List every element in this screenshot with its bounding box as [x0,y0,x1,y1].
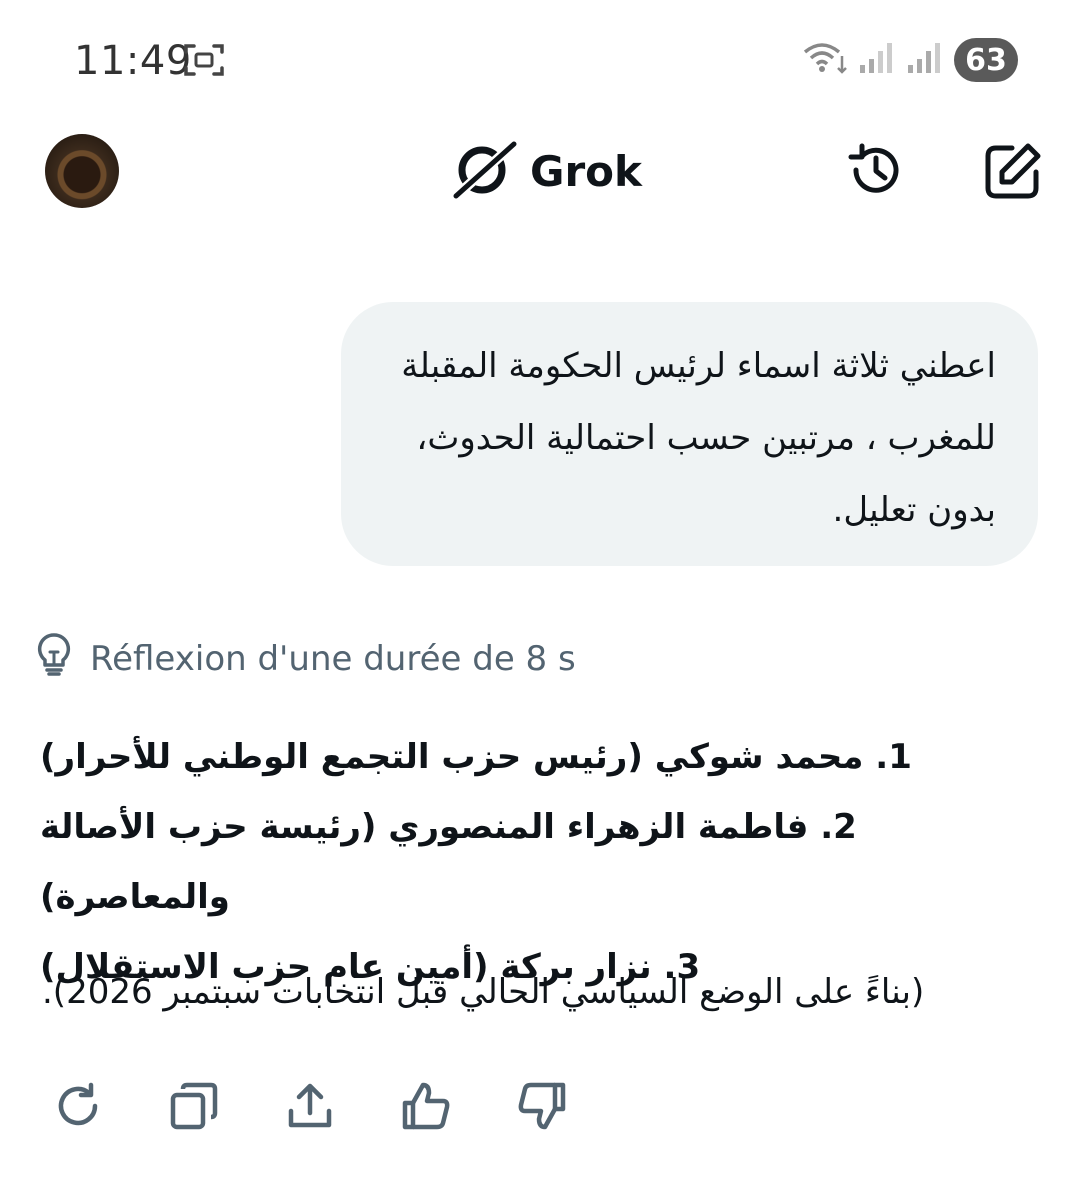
thinking-label: Réflexion d'une durée de 8 s [90,638,576,679]
thumbs-down-icon [518,1082,566,1130]
history-icon [848,143,899,193]
lightbulb-icon [36,632,72,685]
signal-icon [906,41,944,79]
user-message-line: اعطني ثلاثة اسماء لرئيس الحكومة المقبلة [401,346,996,386]
thinking-toggle[interactable]: Réflexion d'une durée de 8 s [36,632,576,685]
assistant-answer: 1. محمد شوكي (رئيس حزب التجمع الوطني للأ… [40,722,1040,1002]
page-title: Grok [530,146,642,196]
status-indicators: 63 [802,38,1018,82]
edit-icon [985,143,1041,199]
like-button[interactable] [400,1080,452,1132]
avatar[interactable] [45,134,119,208]
signal-icon [858,41,896,79]
user-message-bubble: اعطني ثلاثة اسماء لرئيس الحكومة المقبلة … [341,302,1038,566]
thumbs-up-icon [402,1082,450,1130]
battery-indicator: 63 [954,38,1018,82]
answer-note: (بناءً على الوضع السياسي الحالي قبل انتخ… [42,972,925,1012]
share-button[interactable] [284,1080,336,1132]
status-time: 11:49 [74,38,192,84]
screenshot-icon [184,42,224,82]
user-message-line: للمغرب ، مرتبين حسب احتمالية الحدوث، [416,418,996,458]
dislike-button[interactable] [516,1080,568,1132]
grok-logo-icon [450,138,520,204]
app-title: Grok [450,138,642,204]
copy-icon [170,1082,218,1130]
message-actions [52,1080,632,1132]
screen: 11:49 63 Grok اعطني ثلاثة اسماء لرئيس ال… [0,0,1080,1197]
copy-button[interactable] [168,1080,220,1132]
share-icon [288,1083,332,1128]
new-chat-button[interactable] [984,142,1042,204]
regenerate-icon [58,1082,98,1126]
list-item: 2. فاطمة الزهراء المنصوري (رئيسة حزب الأ… [40,807,857,917]
regenerate-button[interactable] [52,1080,104,1132]
history-button[interactable] [846,140,906,204]
list-item: 1. محمد شوكي (رئيس حزب التجمع الوطني للأ… [40,737,912,777]
wifi-icon [802,40,848,80]
user-message-line: بدون تعليل. [832,490,996,530]
